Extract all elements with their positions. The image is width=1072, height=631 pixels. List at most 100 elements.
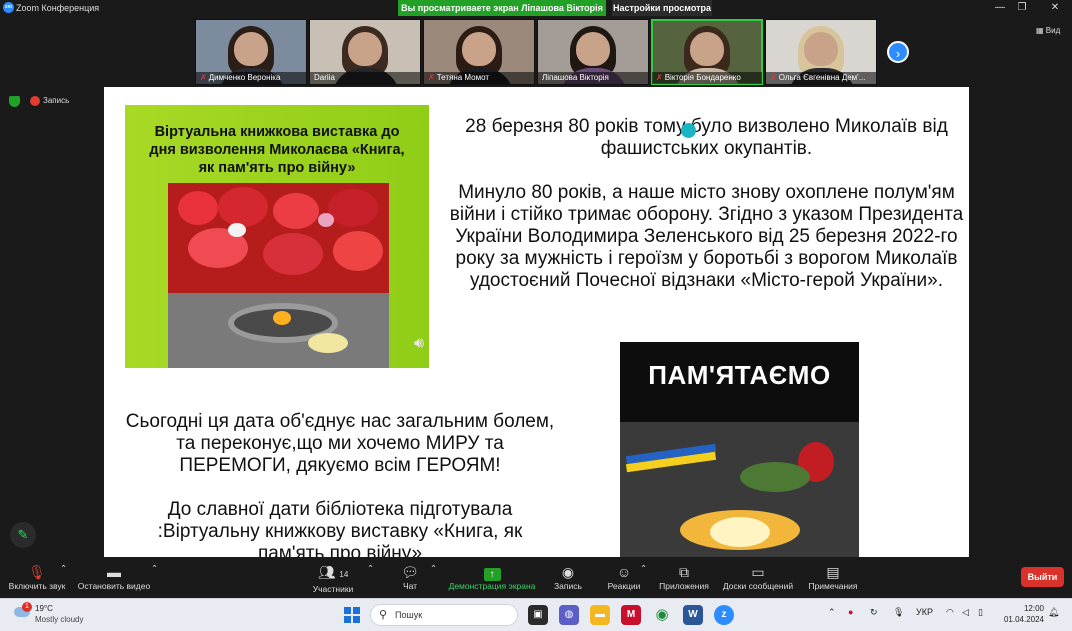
participant-name: Dariia xyxy=(310,72,420,84)
record-button[interactable]: ◉ Запись xyxy=(552,563,584,591)
chevron-right-icon[interactable]: › xyxy=(887,41,909,63)
pointer-dot-icon xyxy=(681,123,696,138)
taskbar-clock[interactable]: 12:00 01.04.2024 xyxy=(1000,603,1044,625)
search-placeholder: Пошук xyxy=(395,610,423,620)
shared-screen: Віртуальна книжкова виставка до дня визв… xyxy=(104,87,969,557)
share-banner: Вы просматриваете экран Ліпашова Вікторі… xyxy=(398,0,606,16)
audio-options-chevron-icon[interactable]: ⌃ xyxy=(60,563,67,574)
mic-muted-icon: ✗ xyxy=(656,73,663,82)
participants-icon: 👥︎ 14 xyxy=(317,564,349,580)
weather-temp: 19°C xyxy=(35,604,53,613)
record-icon: ◉ xyxy=(561,564,575,580)
participant-face xyxy=(234,32,268,66)
participants-button[interactable]: 👥︎ 14 Участники xyxy=(310,563,356,594)
reactions-button[interactable]: ☺ Реакции xyxy=(606,563,642,591)
tray-overflow-chevron-icon[interactable]: ⌃ xyxy=(828,607,836,618)
participant-name: ✗ Ольга Євгенівна Дем'... xyxy=(766,72,876,84)
library-paragraph: До славної дати бібліотека підготувала :… xyxy=(157,499,523,557)
share-arrow-icon: ↑ xyxy=(483,568,501,581)
tray-security-icon[interactable]: ● xyxy=(848,607,853,617)
participant-name: Ліпашова Вікторія xyxy=(538,72,648,84)
annotate-pencil-icon[interactable]: ✎ xyxy=(10,522,36,548)
share-screen-button[interactable]: ↑ Демонстрация экрана xyxy=(446,563,538,591)
participants-count: 14 xyxy=(339,570,349,579)
participant-tile[interactable]: ✗ Вікторія Бондаренко xyxy=(651,19,763,85)
liberation-paragraph: 28 березня 80 років тому було визволено … xyxy=(465,116,948,159)
right-text-block: 28 березня 80 років тому було визволено … xyxy=(444,116,969,314)
zoom-window: zm Zoom Конференция Вы просматриваете эк… xyxy=(0,0,1072,631)
title-bar: zm Zoom Конференция Вы просматриваете эк… xyxy=(0,0,1072,17)
weather-condition: Mostly cloudy xyxy=(35,615,84,624)
record-dot-icon xyxy=(30,96,40,106)
tray-sync-icon[interactable]: ↻ xyxy=(870,607,878,618)
word-icon[interactable]: W xyxy=(683,605,703,625)
participants-chevron-icon[interactable]: ⌃ xyxy=(367,563,374,574)
participant-tile[interactable]: ✗ Тетяна Момот xyxy=(423,19,535,85)
speaker-icon[interactable]: 🔊︎ xyxy=(414,335,424,353)
mcafee-icon[interactable]: M xyxy=(621,605,641,625)
participant-face xyxy=(348,32,382,66)
participant-face xyxy=(576,32,610,66)
notification-badge: 1 xyxy=(22,602,32,612)
chrome-icon[interactable]: ◉ xyxy=(652,605,672,625)
file-explorer-icon[interactable]: ▬ xyxy=(590,605,610,625)
notifications-bell-icon[interactable]: 🔔︎ xyxy=(1048,607,1059,618)
unmute-button[interactable]: 🎙︎ Включить звук xyxy=(6,563,68,591)
clock-date: 01.04.2024 xyxy=(1003,615,1044,624)
apps-icon: ⧉ xyxy=(679,564,689,580)
chat-chevron-icon[interactable]: ⌃ xyxy=(430,563,437,574)
video-options-chevron-icon[interactable]: ⌃ xyxy=(151,563,158,574)
security-shield-icon[interactable] xyxy=(9,96,20,107)
poster-title: Віртуальна книжкова виставка до дня визв… xyxy=(149,124,405,176)
video-strip: ✗ Димченко Вероніка Dariia ✗ Тетяна Момот Ліп… xyxy=(195,19,885,85)
stop-video-button[interactable]: ▬ Остановить видео xyxy=(76,563,152,591)
apps-button[interactable]: ⧉ Приложения xyxy=(656,563,712,591)
hero-city-paragraph: Минуло 80 років, а наше місто знову охоп… xyxy=(449,182,964,291)
unity-paragraph: Сьогодні ця дата об'єднує нас загальним … xyxy=(125,411,555,476)
clock-time: 12:00 xyxy=(1023,604,1044,613)
task-view-icon[interactable]: ▣ xyxy=(528,605,548,625)
memorial-image: ПАМ'ЯТАЄМО xyxy=(620,342,859,557)
tray-mic-icon[interactable]: 🎙︎ xyxy=(893,607,904,618)
mic-muted-icon: ✗ xyxy=(428,73,435,82)
whiteboard-icon: ▭ xyxy=(751,564,765,580)
teams-icon[interactable]: ◍ xyxy=(559,605,579,625)
chat-icon: 💬︎ xyxy=(401,564,419,580)
wifi-icon[interactable]: ◠ xyxy=(946,607,954,618)
participant-face xyxy=(462,32,496,66)
whiteboards-button[interactable]: ▭ Доски сообщений xyxy=(718,563,798,591)
chat-button[interactable]: 💬︎ Чат xyxy=(398,563,422,591)
windows-start-icon[interactable] xyxy=(344,607,360,623)
view-button[interactable]: ▦ Вид xyxy=(1036,26,1060,35)
meeting-toolbar: 🎙︎ Включить звук ⌃ ▬ Остановить видео ⌃ … xyxy=(0,560,1072,598)
participant-tile[interactable]: Ліпашова Вікторія xyxy=(537,19,649,85)
keyboard-language[interactable]: УКР xyxy=(916,607,933,617)
mic-muted-icon: ✗ xyxy=(770,73,777,82)
reaction-smiley-icon: ☺ xyxy=(616,564,632,580)
recording-indicator[interactable]: Запись xyxy=(30,96,69,106)
close-icon[interactable]: ✕ xyxy=(1040,1,1070,15)
reactions-chevron-icon[interactable]: ⌃ xyxy=(640,563,647,574)
taskbar-search[interactable]: ⚲ Пошук xyxy=(370,604,518,626)
mic-muted-icon: 🎙︎ xyxy=(28,564,46,580)
memorial-title: ПАМ'ЯТАЄМО xyxy=(648,360,831,390)
zoom-taskbar-icon[interactable]: z xyxy=(714,605,734,625)
participant-face xyxy=(804,32,838,66)
participant-tile[interactable]: ✗ Ольга Євгенівна Дем'... xyxy=(765,19,877,85)
maximize-icon[interactable]: ❐ xyxy=(1007,1,1037,15)
participant-name: ✗ Вікторія Бондаренко xyxy=(652,72,762,84)
participant-tile[interactable]: Dariia xyxy=(309,19,421,85)
left-text-block: Сьогодні ця дата об'єднує нас загальним … xyxy=(124,411,556,557)
recording-label: Запись xyxy=(43,96,70,106)
participant-name: ✗ Димченко Вероніка xyxy=(196,72,306,84)
participant-tile[interactable]: ✗ Димченко Вероніка xyxy=(195,19,307,85)
leave-button[interactable]: Выйти xyxy=(1021,567,1064,587)
notes-icon: ▤ xyxy=(826,564,840,580)
view-settings-button[interactable]: Настройки просмотра xyxy=(612,0,712,16)
exhibition-poster: Віртуальна книжкова виставка до дня визв… xyxy=(125,105,429,368)
volume-icon[interactable]: ◁ xyxy=(962,607,969,618)
camera-icon: ▬ xyxy=(107,564,121,580)
notes-button[interactable]: ▤ Примечания xyxy=(806,563,860,591)
battery-icon[interactable]: ▯ xyxy=(978,607,983,618)
mic-muted-icon: ✗ xyxy=(200,73,207,82)
